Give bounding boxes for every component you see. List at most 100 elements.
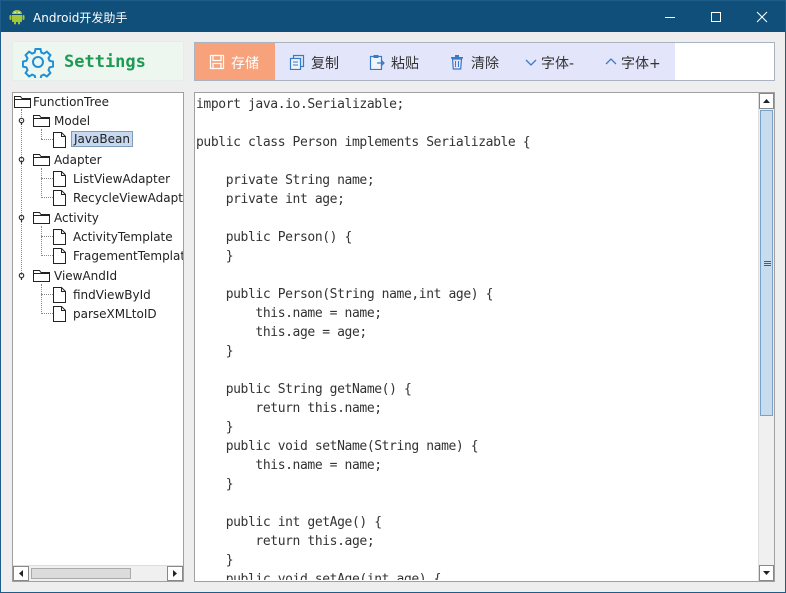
tree-root-label: FunctionTree — [33, 95, 110, 109]
code-line: public Person() { — [196, 230, 353, 245]
copy-button[interactable]: 复制 — [275, 43, 355, 80]
code-line: public void setName(String name) { — [196, 439, 479, 454]
close-icon — [756, 11, 768, 23]
scrollbar-thumb[interactable] — [31, 568, 131, 579]
tree-item-label: JavaBean — [71, 131, 133, 147]
android-icon — [9, 10, 25, 25]
code-line: } — [196, 553, 234, 568]
trash-icon — [451, 55, 463, 70]
toolbar: 存储 复制 粘贴 清除 字体- 字体+ — [194, 42, 775, 81]
chevron-up-icon — [605, 58, 617, 65]
tree-connector — [41, 313, 53, 314]
code-line: this.name = name; — [196, 458, 382, 473]
scrollbar-thumb[interactable] — [760, 110, 773, 416]
maximize-button[interactable] — [693, 1, 739, 32]
collapse-handle-icon[interactable] — [17, 116, 26, 125]
paste-button[interactable]: 粘贴 — [355, 43, 435, 80]
minimize-button[interactable] — [647, 1, 693, 32]
chevron-down-icon — [525, 59, 537, 66]
folder-icon — [33, 154, 50, 166]
file-icon — [53, 287, 66, 303]
scroll-left-button[interactable] — [13, 566, 29, 581]
code-text-area[interactable]: import java.io.Serializable; public class… — [196, 94, 759, 580]
tree-group-label: Activity — [54, 211, 99, 225]
arrow-down-icon — [763, 571, 770, 575]
code-line: this.age = age; — [196, 325, 367, 340]
file-icon — [53, 229, 66, 245]
save-button[interactable]: 存储 — [195, 43, 275, 80]
editor-vertical-scrollbar[interactable] — [758, 93, 774, 581]
collapse-handle-icon[interactable] — [17, 155, 26, 164]
folder-icon — [33, 270, 50, 282]
tree-connector — [41, 178, 53, 179]
scroll-right-button[interactable] — [167, 566, 183, 581]
file-icon — [53, 248, 66, 264]
font-increase-label: 字体+ — [621, 56, 661, 72]
clear-button[interactable]: 清除 — [435, 43, 515, 80]
code-line: return this.age; — [196, 534, 375, 549]
code-line: public Person(String name,int age) { — [196, 287, 494, 302]
code-line: public class Person implements Serializa… — [196, 135, 531, 150]
clear-label: 清除 — [471, 56, 499, 72]
code-line: return this.name; — [196, 401, 382, 416]
tree-group-label: Adapter — [54, 153, 102, 167]
save-icon — [209, 54, 225, 70]
collapse-handle-icon[interactable] — [17, 213, 26, 222]
paste-label: 粘贴 — [391, 56, 419, 72]
tree-item-label: parseXMLtoID — [73, 307, 157, 321]
grip-icon — [764, 261, 771, 266]
arrow-left-icon — [19, 570, 23, 577]
tree-group-label: ViewAndId — [54, 269, 118, 283]
function-tree[interactable]: FunctionTree Model JavaBean Adapter List… — [12, 92, 184, 582]
code-line: import java.io.Serializable; — [196, 97, 404, 112]
minimize-icon — [665, 17, 675, 18]
gear-icon — [22, 48, 54, 78]
tree-item-label: RecycleViewAdapter — [73, 191, 184, 205]
tree-connector — [41, 236, 53, 237]
code-line: } — [196, 249, 234, 264]
collapse-handle-icon[interactable] — [17, 271, 26, 280]
tree-item-label: ListViewAdapter — [73, 172, 171, 186]
arrow-up-icon — [763, 99, 770, 103]
tree-connector — [41, 129, 42, 139]
font-increase-button[interactable]: 字体+ — [595, 43, 675, 80]
scroll-down-button[interactable] — [759, 565, 774, 581]
arrow-right-icon — [173, 570, 177, 577]
code-line: public void setAge(int age) { — [196, 572, 442, 580]
tree-connector — [41, 226, 42, 256]
font-decrease-label: 字体- — [541, 56, 575, 72]
scroll-up-button[interactable] — [759, 93, 774, 109]
code-editor[interactable]: import java.io.Serializable; public class… — [194, 92, 775, 582]
tree-connector — [21, 109, 22, 275]
code-line: } — [196, 420, 234, 435]
code-line: } — [196, 344, 234, 359]
tree-connector — [41, 284, 42, 314]
tree-horizontal-scrollbar[interactable] — [13, 565, 183, 581]
tree-item-label: findViewById — [73, 288, 151, 302]
tree-item-label: FragementTemplate — [73, 249, 184, 263]
file-icon — [53, 171, 66, 187]
file-icon — [53, 190, 66, 206]
maximize-icon — [711, 12, 721, 22]
tree-connector — [41, 139, 53, 140]
app-window: Android开发助手 Settings 存储 复制 粘贴 清除 字体- 字体+… — [0, 0, 786, 593]
code-line: private int age; — [196, 192, 345, 207]
close-button[interactable] — [739, 1, 785, 32]
code-line: public int getAge() { — [196, 515, 382, 530]
save-label: 存储 — [231, 56, 259, 72]
tree-group-label: Model — [54, 114, 91, 128]
settings-button[interactable]: Settings — [12, 41, 184, 81]
tree-item-label: ActivityTemplate — [73, 230, 173, 244]
font-decrease-button[interactable]: 字体- — [515, 43, 595, 80]
paste-icon — [369, 55, 385, 70]
title-bar[interactable]: Android开发助手 — [1, 1, 785, 32]
settings-label: Settings — [64, 52, 146, 72]
folder-icon — [14, 96, 31, 108]
window-title: Android开发助手 — [33, 11, 128, 25]
file-icon — [53, 132, 66, 148]
code-line: this.name = name; — [196, 306, 382, 321]
folder-icon — [33, 212, 50, 224]
tree-connector — [41, 255, 53, 256]
folder-icon — [33, 115, 50, 127]
code-line: private String name; — [196, 173, 375, 188]
